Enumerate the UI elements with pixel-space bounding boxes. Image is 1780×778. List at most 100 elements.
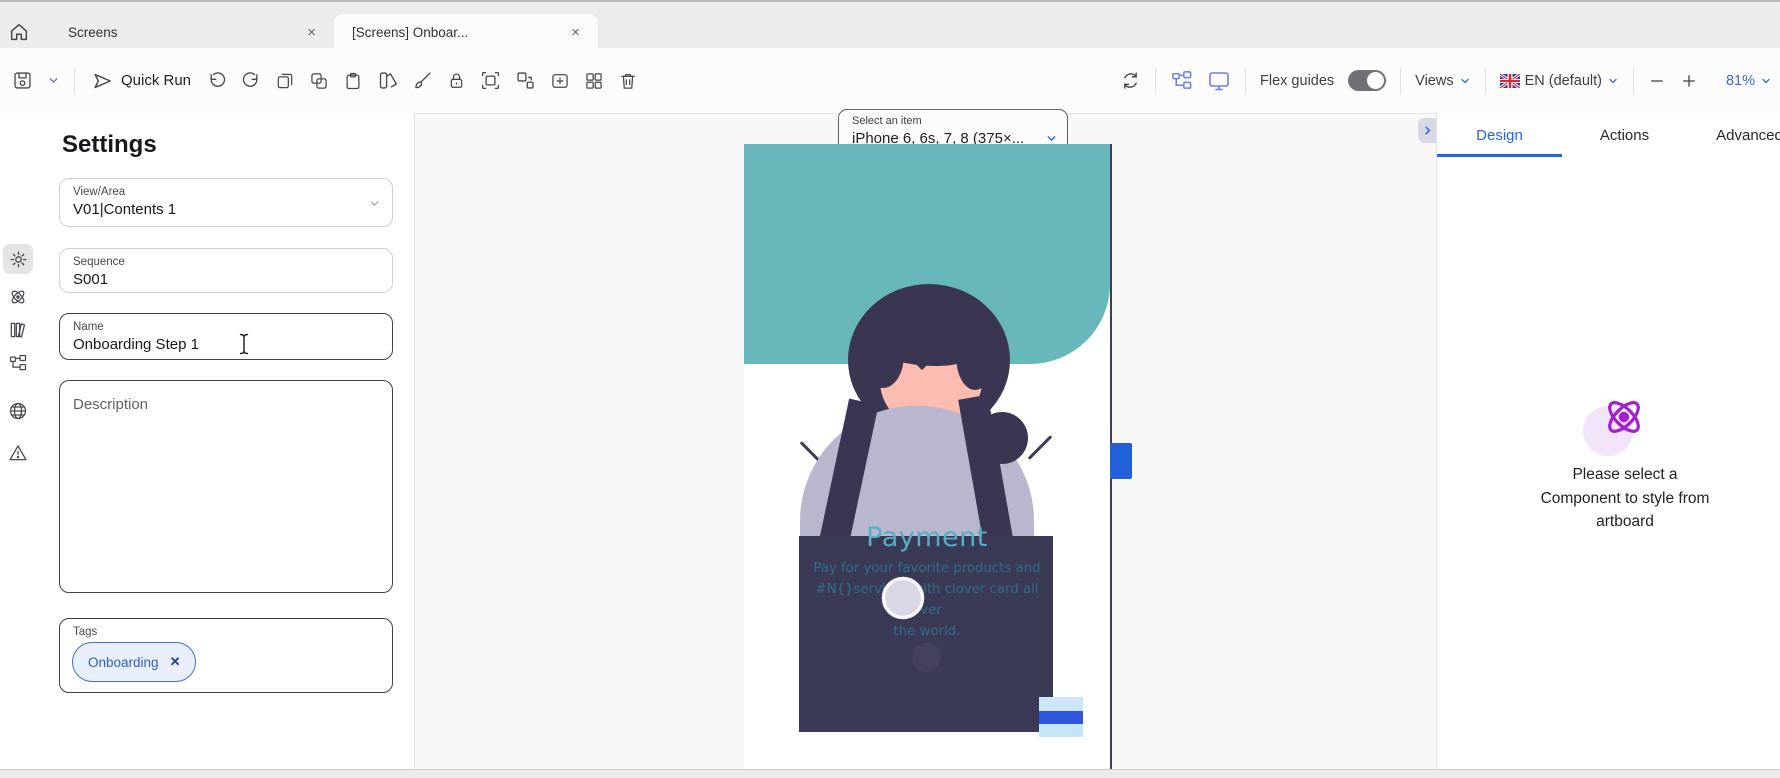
duplicate-icon[interactable] — [309, 71, 329, 91]
lock-icon[interactable] — [447, 71, 466, 90]
quick-run-label: Quick Run — [121, 72, 191, 89]
name-value[interactable] — [73, 336, 379, 353]
flex-guides-label: Flex guides — [1260, 73, 1334, 89]
phone-artboard[interactable]: Payment Pay for your favorite products a… — [744, 144, 1112, 770]
style-panel-tabs: Design Actions Advanced — [1437, 113, 1780, 157]
tag-chip-label: Onboarding — [88, 655, 159, 670]
chevron-down-icon — [368, 197, 381, 210]
window-tab-bar: Screens × [Screens] Onboar... × — [0, 0, 1780, 50]
style-panel: Design Actions Advanced Please select a … — [1436, 113, 1780, 770]
play-icon — [91, 70, 113, 92]
divider — [74, 68, 75, 94]
sidebar-item-issues[interactable] — [6, 441, 30, 465]
tree-icon — [8, 353, 28, 373]
chevron-down-icon — [1607, 75, 1619, 87]
sync-icon[interactable] — [1120, 70, 1141, 91]
chevron-down-icon — [1760, 75, 1772, 87]
sequence-label: Sequence — [73, 256, 379, 268]
paste-icon[interactable] — [343, 71, 363, 91]
description-field[interactable] — [59, 380, 393, 593]
sidebar-item-structure[interactable] — [6, 351, 30, 375]
tags-field[interactable]: Tags Onboarding ✕ — [59, 618, 393, 693]
screen-body-text: Pay for your favorite products and #N{}s… — [802, 558, 1052, 642]
sequence-field[interactable]: Sequence — [59, 248, 393, 293]
layout-grid-icon[interactable] — [584, 71, 604, 91]
views-dropdown[interactable]: Views — [1415, 73, 1470, 89]
sidebar-item-globalization[interactable] — [6, 399, 30, 423]
preview-monitor-icon[interactable] — [1207, 69, 1231, 93]
window-tab-onboarding[interactable]: [Screens] Onboar... × — [334, 14, 598, 50]
text-cursor-pointer — [238, 333, 250, 355]
styles-swatch-icon[interactable] — [377, 70, 398, 91]
tab-actions[interactable]: Actions — [1562, 113, 1687, 157]
divider — [1245, 68, 1246, 94]
toggle-knob — [1367, 72, 1384, 89]
bottom-scrollbar-track[interactable] — [0, 769, 1780, 778]
loading-spinner — [880, 575, 926, 621]
copy-icon[interactable] — [275, 71, 295, 91]
ungroup-icon[interactable] — [515, 70, 536, 91]
zoom-out-icon[interactable] — [1648, 72, 1666, 90]
zoom-level-value: 81% — [1726, 73, 1755, 89]
empty-state-message: Please select a Component to style from … — [1475, 463, 1775, 534]
screen-body-line: Pay for your favorite products and — [802, 558, 1052, 579]
language-dropdown[interactable]: EN (default) — [1500, 73, 1619, 89]
delete-icon[interactable] — [618, 71, 638, 91]
views-label: Views — [1415, 73, 1453, 89]
divider — [1485, 68, 1486, 94]
screen-title: Payment — [744, 522, 1110, 553]
sidebar-item-components[interactable] — [6, 285, 30, 309]
name-field[interactable]: Name — [59, 313, 393, 360]
redo-icon[interactable] — [241, 71, 261, 91]
close-tab-icon[interactable]: × — [303, 24, 320, 41]
chevron-right-icon — [1422, 125, 1433, 136]
tag-chip-onboarding[interactable]: Onboarding ✕ — [72, 642, 196, 682]
chevron-down-icon — [1459, 75, 1471, 87]
view-area-value[interactable] — [73, 201, 379, 218]
illustration-hair — [862, 322, 904, 388]
home-button[interactable] — [0, 14, 38, 50]
name-label: Name — [73, 321, 379, 333]
structure-tree-icon[interactable] — [1170, 69, 1193, 92]
gear-icon — [9, 250, 28, 269]
close-tab-icon[interactable]: × — [567, 24, 584, 41]
zoom-in-icon[interactable] — [1680, 72, 1698, 90]
undo-icon[interactable] — [207, 71, 227, 91]
tab-design[interactable]: Design — [1437, 113, 1562, 157]
sequence-value[interactable] — [73, 271, 379, 288]
atom-icon — [8, 287, 28, 307]
group-icon[interactable] — [480, 70, 501, 91]
screen-body-line: the world. — [802, 621, 1052, 642]
save-options-chevron-icon[interactable] — [47, 74, 60, 87]
window-tab-label: Screens — [68, 25, 118, 40]
sidebar-item-library[interactable] — [6, 318, 30, 342]
panel-title: Settings — [62, 131, 157, 159]
component-atom-icon — [1600, 393, 1648, 441]
flex-guides-toggle[interactable] — [1348, 70, 1386, 91]
library-books-icon — [8, 320, 28, 340]
remove-tag-icon[interactable]: ✕ — [170, 654, 181, 670]
divider — [1400, 68, 1401, 94]
save-icon[interactable] — [12, 70, 33, 91]
sidebar-item-settings[interactable] — [3, 244, 33, 274]
illustration-hair — [956, 322, 994, 390]
zoom-level-dropdown[interactable]: 81% — [1726, 73, 1772, 89]
settings-panel: Settings View/Area Sequence Name Tags On… — [36, 113, 415, 770]
toolbar: Quick Run — [0, 48, 1780, 114]
new-frame-icon[interactable] — [550, 71, 570, 91]
language-label: EN (default) — [1525, 73, 1602, 89]
app-window: Screens × [Screens] Onboar... × Quick Ru… — [0, 0, 1780, 778]
window-tab-screens[interactable]: Screens × — [38, 14, 334, 50]
view-area-label: View/Area — [73, 186, 379, 198]
tab-advanced[interactable]: Advanced — [1687, 113, 1780, 157]
description-input[interactable] — [73, 396, 379, 581]
artboard-resize-handle[interactable] — [1110, 443, 1132, 479]
home-icon — [8, 21, 30, 43]
quick-run-button[interactable]: Quick Run — [89, 68, 193, 94]
view-area-select[interactable]: View/Area — [59, 178, 393, 227]
warning-triangle-icon — [8, 443, 28, 463]
panel-expand-button[interactable] — [1418, 118, 1436, 143]
message-line: artboard — [1475, 510, 1775, 534]
brush-icon[interactable] — [412, 70, 433, 91]
illustration-dot — [912, 643, 941, 672]
